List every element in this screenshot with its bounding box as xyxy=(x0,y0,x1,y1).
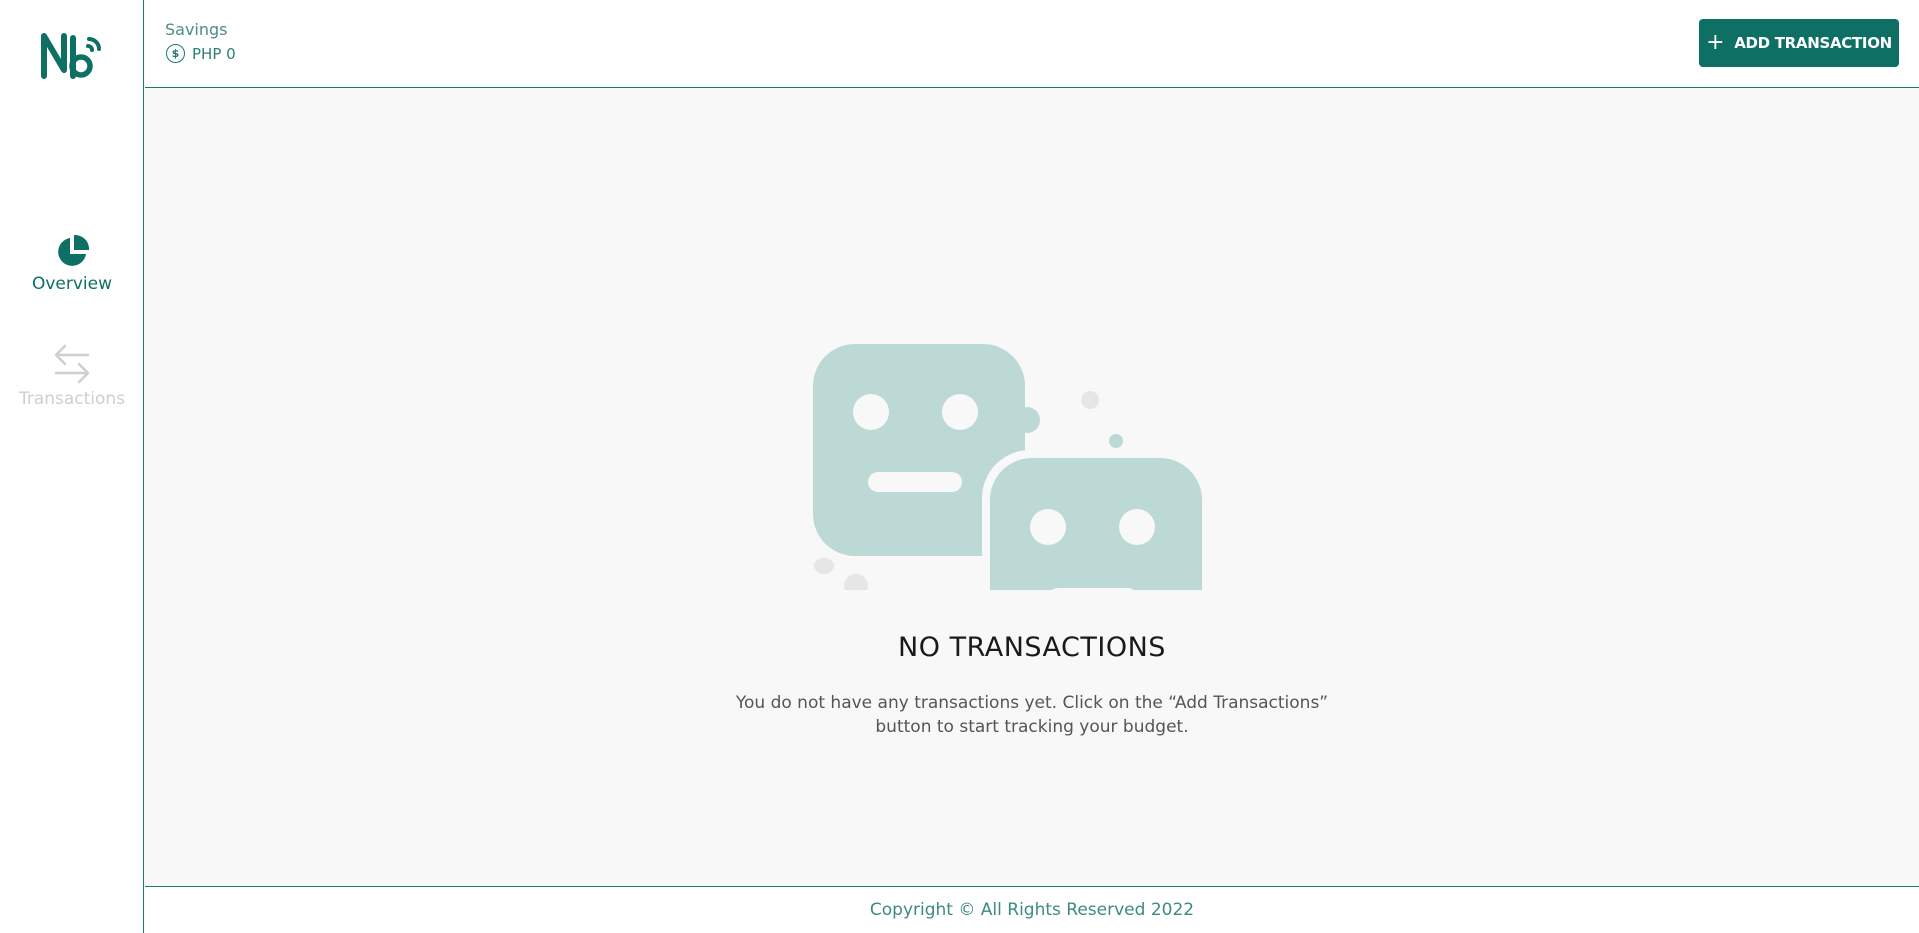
empty-state-description: You do not have any transactions yet. Cl… xyxy=(735,693,1329,737)
add-transaction-button[interactable]: + ADD TRANSACTION xyxy=(1699,19,1899,67)
swap-arrows-icon xyxy=(54,344,90,384)
main-content: NO TRANSACTIONS You do not have any tran… xyxy=(145,89,1919,886)
savings-value: $ PHP 0 xyxy=(166,44,236,63)
footer: Copyright © All Rights Reserved 2022 xyxy=(145,886,1919,933)
sidebar-item-label: Overview xyxy=(31,274,113,294)
savings-label: Savings xyxy=(165,20,228,39)
nb-logo-icon[interactable] xyxy=(40,30,106,86)
sidebar-item-label: Transactions xyxy=(18,389,126,409)
copyright-text: Copyright © All Rights Reserved 2022 xyxy=(869,900,1195,920)
dot-decoration xyxy=(1109,434,1123,448)
sidebar: Overview Transactions xyxy=(0,0,144,933)
header: Savings $ PHP 0 + ADD TRANSACTION xyxy=(145,0,1919,88)
add-transaction-label: ADD TRANSACTION xyxy=(1734,34,1892,52)
sidebar-item-overview[interactable]: Overview xyxy=(0,234,144,294)
robot-face-front xyxy=(982,450,1210,590)
empty-state-illustration xyxy=(813,344,1210,590)
dollar-circle-icon: $ xyxy=(166,44,185,63)
dot-decoration xyxy=(1081,391,1099,409)
dot-decoration xyxy=(844,574,868,590)
savings-amount: PHP 0 xyxy=(192,44,236,63)
plus-icon: + xyxy=(1706,30,1725,55)
sidebar-item-transactions[interactable]: Transactions xyxy=(0,343,144,409)
empty-state-title: NO TRANSACTIONS xyxy=(898,632,1166,663)
pie-chart-icon xyxy=(58,234,90,266)
dot-decoration xyxy=(814,558,834,574)
app-root: Overview Transactions Savings $ PHP 0 + … xyxy=(0,0,1919,933)
